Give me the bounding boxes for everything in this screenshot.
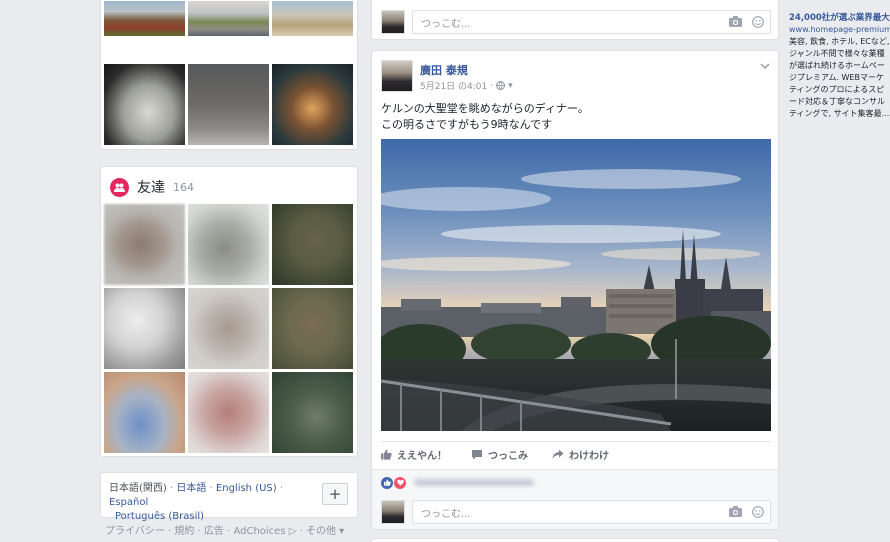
post-options-chevron-icon[interactable]: [760, 61, 770, 72]
friend-tile[interactable]: [188, 288, 269, 369]
ad-body: 美容, 飲食, ホテル, ECなど, ジャンル不問で様々な業種が選ばれ続けるホー…: [789, 37, 890, 118]
footer-link-terms[interactable]: 規約: [174, 526, 194, 537]
footer-link-ads[interactable]: 広告: [204, 526, 224, 537]
footer-link-adchoices[interactable]: AdChoices: [233, 526, 285, 537]
post-text-line: この明るさですがもう9時なんです: [381, 118, 553, 131]
emoji-icon[interactable]: [752, 506, 764, 518]
post-photo[interactable]: [381, 139, 771, 431]
top-comment-composer: つっこむ...: [371, 0, 779, 40]
love-reaction-icon: [394, 476, 406, 489]
ad-title[interactable]: 24,000社が選ぶ業界最大手: [789, 12, 890, 24]
comment-input[interactable]: つっこむ...: [412, 10, 771, 34]
friends-icon: [110, 177, 129, 197]
friends-title: 友達: [137, 180, 165, 196]
friend-tile[interactable]: [188, 372, 269, 453]
next-post-card: [371, 538, 779, 542]
avatar[interactable]: [381, 500, 405, 524]
current-language: 日本語(関西): [109, 483, 167, 494]
comment-button[interactable]: つっこみ: [471, 447, 528, 462]
globe-icon[interactable]: [496, 81, 506, 90]
post-author[interactable]: 廣田 泰規: [420, 62, 468, 78]
author-avatar[interactable]: [381, 60, 413, 92]
photos-card: [100, 0, 358, 150]
ad-url[interactable]: www.homepage-premium.: [789, 24, 890, 36]
comment-placeholder: つっこむ...: [421, 18, 471, 30]
post-comment-composer: つっこむ...: [372, 495, 778, 529]
post-actions: ええやん！ つっこみ わけわけ: [381, 441, 771, 467]
reactions-row[interactable]: [372, 469, 778, 495]
friends-card: 友達 164: [100, 166, 358, 457]
avatar[interactable]: [381, 10, 405, 34]
camera-icon[interactable]: [729, 16, 742, 27]
language-card: 日本語(関西) · 日本語 · English (US) · Español P…: [100, 472, 358, 522]
photo-thumb[interactable]: [188, 1, 269, 36]
share-icon: [552, 449, 564, 459]
photo-thumb[interactable]: [188, 64, 269, 145]
post-timestamp[interactable]: 5月21日 の4:01: [420, 79, 487, 92]
add-language-button[interactable]: +: [322, 483, 348, 505]
friend-tile[interactable]: [188, 204, 269, 285]
comment-label: つっこみ: [488, 451, 528, 462]
thumbs-up-icon: [381, 449, 392, 460]
camera-icon[interactable]: [729, 506, 742, 517]
like-reaction-icon: [381, 476, 393, 489]
friend-tile[interactable]: [272, 288, 353, 369]
photo-thumb[interactable]: [272, 1, 353, 36]
language-link-es[interactable]: Español: [109, 497, 148, 508]
footer-links: プライバシー · 規約 · 広告 · AdChoices ▷ · その他 ▾: [105, 526, 345, 537]
friend-tile[interactable]: [104, 204, 185, 285]
like-label: ええやん！: [397, 451, 447, 462]
audience-dropdown-icon[interactable]: ▾: [508, 81, 513, 91]
share-label: わけわけ: [569, 451, 609, 462]
friend-tile[interactable]: [104, 372, 185, 453]
sponsored-ad[interactable]: 24,000社が選ぶ業界最大手 www.homepage-premium. 美容…: [789, 12, 890, 120]
adchoices-icon: ▷: [288, 526, 297, 537]
language-link-en[interactable]: English (US): [216, 483, 277, 494]
friends-count: 164: [173, 180, 194, 194]
reactors-names-blurred: [414, 479, 534, 486]
emoji-icon[interactable]: [752, 16, 764, 28]
like-button[interactable]: ええやん！: [381, 447, 447, 462]
friend-tile[interactable]: [272, 372, 353, 453]
friends-header[interactable]: 友達 164: [110, 176, 194, 198]
comment-input[interactable]: つっこむ...: [412, 500, 771, 524]
footer-link-privacy[interactable]: プライバシー: [105, 526, 165, 537]
caret-down-icon: ▾: [339, 526, 345, 537]
post-card: 廣田 泰規 5月21日 の4:01 · ▾ ケルンの大聖堂を眺めながらのディナー…: [371, 50, 779, 530]
friend-tile[interactable]: [104, 288, 185, 369]
footer-link-more[interactable]: その他: [306, 526, 336, 537]
photo-thumb[interactable]: [104, 64, 185, 145]
language-link-ja[interactable]: 日本語: [176, 483, 206, 494]
photo-thumb[interactable]: [104, 1, 185, 36]
friend-tile[interactable]: [272, 204, 353, 285]
language-link-pt[interactable]: Português (Brasil): [109, 511, 204, 522]
comment-placeholder: つっこむ...: [421, 508, 471, 520]
photo-thumb[interactable]: [272, 64, 353, 145]
share-button[interactable]: わけわけ: [552, 447, 609, 462]
post-meta: 5月21日 の4:01 · ▾: [420, 79, 513, 93]
post-text: ケルンの大聖堂を眺めながらのディナー。 この明るさですがもう9時なんです: [381, 101, 589, 133]
comment-icon: [472, 450, 482, 460]
post-text-line: ケルンの大聖堂を眺めながらのディナー。: [381, 102, 589, 115]
